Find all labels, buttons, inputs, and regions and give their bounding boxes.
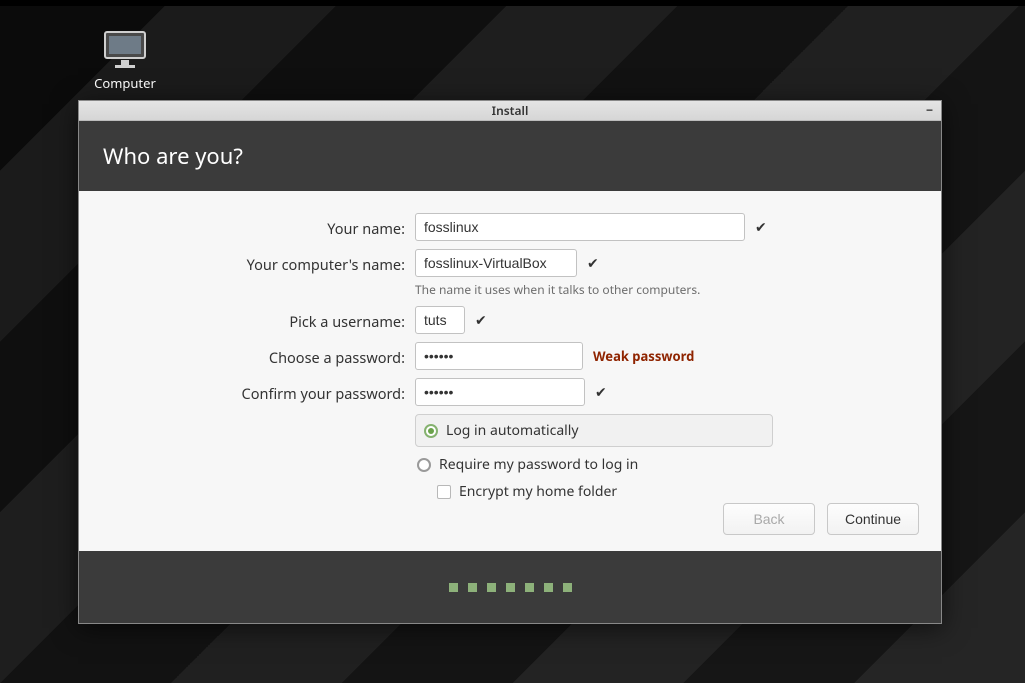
- installer-header: Who are you?: [79, 121, 941, 191]
- confirm-password-label: Confirm your password:: [99, 378, 415, 404]
- page-title: Who are you?: [103, 141, 917, 171]
- login-automatically-option[interactable]: Log in automatically: [415, 414, 773, 447]
- password-strength: Weak password: [593, 347, 694, 365]
- nav-buttons: Back Continue: [723, 503, 919, 535]
- computer-name-helper: The name it uses when it talks to other …: [415, 281, 700, 298]
- computer-name-input[interactable]: [415, 249, 577, 277]
- require-password-label: Require my password to log in: [439, 455, 638, 474]
- computer-name-label: Your computer's name:: [99, 249, 415, 275]
- progress-dot: [487, 583, 496, 592]
- window-title: Install: [492, 102, 529, 119]
- check-icon: ✔: [595, 383, 607, 402]
- progress-dot: [449, 583, 458, 592]
- password-label: Choose a password:: [99, 342, 415, 368]
- your-name-label: Your name:: [99, 213, 415, 239]
- computer-icon: [103, 30, 147, 70]
- continue-button[interactable]: Continue: [827, 503, 919, 535]
- install-window: Install – Who are you? Your name: ✔ Your…: [78, 100, 942, 624]
- username-input[interactable]: [415, 306, 465, 334]
- progress-dots: [79, 551, 941, 623]
- encrypt-home-option[interactable]: Encrypt my home folder: [415, 482, 773, 501]
- progress-dot: [544, 583, 553, 592]
- desktop-icon-label: Computer: [90, 74, 160, 92]
- radio-unselected-icon: [417, 458, 431, 472]
- confirm-password-input[interactable]: [415, 378, 585, 406]
- username-label: Pick a username:: [99, 306, 415, 332]
- checkbox-unchecked-icon: [437, 485, 451, 499]
- radio-selected-icon: [424, 424, 438, 438]
- password-input[interactable]: [415, 342, 583, 370]
- progress-dot: [563, 583, 572, 592]
- login-automatically-label: Log in automatically: [446, 421, 579, 440]
- progress-dot: [506, 583, 515, 592]
- window-titlebar[interactable]: Install –: [79, 101, 941, 121]
- encrypt-home-label: Encrypt my home folder: [459, 482, 617, 501]
- your-name-input[interactable]: [415, 213, 745, 241]
- check-icon: ✔: [755, 218, 767, 237]
- progress-dot: [468, 583, 477, 592]
- require-password-option[interactable]: Require my password to log in: [415, 455, 773, 474]
- back-button[interactable]: Back: [723, 503, 815, 535]
- check-icon: ✔: [475, 311, 487, 330]
- installer-body: Your name: ✔ Your computer's name: ✔ The…: [79, 191, 941, 551]
- minimize-icon[interactable]: –: [926, 103, 933, 117]
- progress-dot: [525, 583, 534, 592]
- desktop-icon-computer[interactable]: Computer: [90, 30, 160, 92]
- check-icon: ✔: [587, 254, 599, 273]
- top-strip: [0, 0, 1025, 6]
